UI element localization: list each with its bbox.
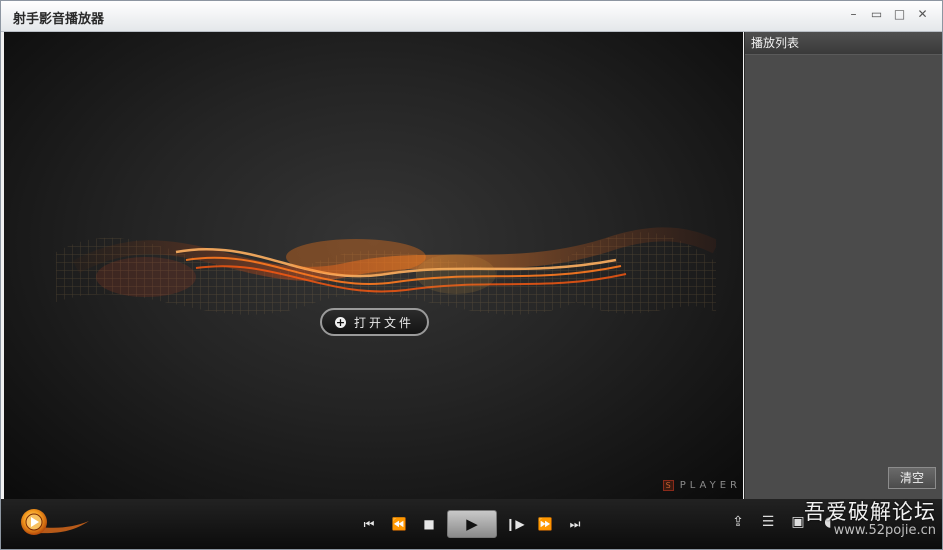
clear-playlist-button[interactable]: 清空 (888, 467, 936, 489)
logo-text: PLAYER (679, 480, 741, 491)
fast-forward-icon[interactable]: ⏩ (533, 512, 557, 536)
window-title: 射手影音播放器 (13, 12, 105, 27)
watermark-title: 吾爱破解论坛 (804, 500, 936, 524)
playlist-header: 播放列表 (745, 32, 942, 55)
plus-icon: + (334, 315, 346, 329)
window-controls: – ▭ □ ✕ (842, 4, 934, 24)
skip-back-icon[interactable]: ⏮ (357, 512, 381, 536)
close-icon[interactable]: ✕ (911, 4, 934, 24)
open-file-button[interactable]: + 打开文件 (320, 308, 429, 336)
playlist-panel: 播放列表 清空 (744, 32, 942, 499)
playlist-icon[interactable]: ☰ (757, 511, 779, 533)
play-button[interactable]: ▶ (447, 510, 497, 538)
restore-icon[interactable]: ▭ (865, 4, 888, 24)
open-file-icon[interactable]: ⇪ (727, 511, 749, 533)
open-file-label: 打开文件 (353, 315, 414, 330)
watermark: 吾爱破解论坛 www.52pojie.cn (804, 501, 936, 539)
stop-icon[interactable]: ■ (417, 512, 441, 536)
skip-forward-icon[interactable]: ⏭ (563, 512, 587, 536)
minimize-icon[interactable]: – (842, 4, 865, 24)
logo-mark: S (662, 480, 674, 491)
splayer-logo-icon[interactable] (19, 507, 89, 537)
title-bar[interactable]: 射手影音播放器 – ▭ □ ✕ (1, 1, 942, 32)
transport-controls: ⏮ ⏪ ■ ▶ ❙▶ ⏩ ⏭ (357, 510, 587, 538)
frame-step-icon[interactable]: ❙▶ (503, 512, 527, 536)
play-icon: ▶ (466, 515, 478, 533)
watermark-url: www.52pojie.cn (833, 523, 936, 538)
player-logo: S PLAYER (662, 480, 741, 491)
maximize-icon[interactable]: □ (888, 4, 911, 24)
video-area[interactable]: + 打开文件 S PLAYER (4, 32, 743, 499)
rewind-icon[interactable]: ⏪ (387, 512, 411, 536)
control-bar: ⏮ ⏪ ■ ▶ ❙▶ ⏩ ⏭ ⇪ ☰ ▣ ◖ 吾爱破解论坛 www.52poji… (1, 499, 942, 549)
player-window: 射手影音播放器 – ▭ □ ✕ + 打开文件 S PLAYER 播放列表 清空 … (0, 0, 943, 550)
